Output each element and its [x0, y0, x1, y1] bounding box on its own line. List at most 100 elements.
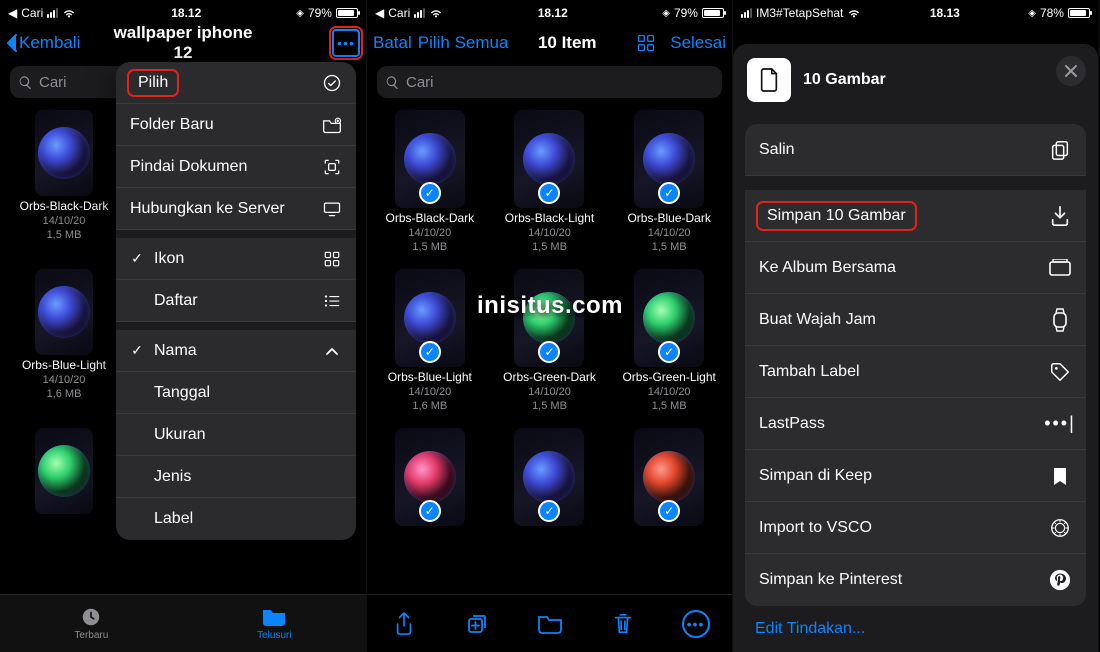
file-name: Orbs-Black-Dark [385, 212, 474, 225]
move-button[interactable] [536, 610, 564, 638]
menu-scan-document[interactable]: Pindai Dokumen [116, 146, 356, 188]
vsco-icon [1048, 516, 1072, 540]
signal-icon [47, 8, 58, 18]
wifi-icon [62, 8, 76, 18]
action-row[interactable]: Simpan 10 Gambar [745, 190, 1086, 242]
back-caret-icon: ◀ [8, 6, 17, 20]
action-row[interactable]: Salin [745, 124, 1086, 176]
file-item[interactable]: ✓Orbs-Black-Light14/10/201,5 MB [497, 110, 603, 253]
menu-label: Folder Baru [130, 116, 214, 134]
share-button[interactable] [390, 610, 418, 638]
search-icon [18, 75, 33, 90]
menu-label: Pindai Dokumen [130, 158, 247, 176]
action-label: Buat Wajah Jam [759, 311, 876, 329]
menu-sort-name[interactable]: ✓Nama [116, 330, 356, 372]
menu-sort-kind[interactable]: Jenis [116, 456, 356, 498]
action-row[interactable]: Simpan di Keep [745, 450, 1086, 502]
menu-select[interactable]: Pilih [116, 62, 356, 104]
more-button[interactable]: ••• [332, 29, 360, 57]
battery-icon [702, 8, 724, 18]
menu-label: Label [154, 510, 193, 528]
menu-view-list[interactable]: Daftar [116, 280, 356, 322]
action-label: Simpan ke Pinterest [759, 571, 902, 589]
file-name: Orbs-Black-Dark [20, 200, 109, 213]
bookmark-icon [1048, 464, 1072, 488]
file-thumbnail: ✓ [634, 110, 704, 208]
tab-bar: Terbaru Telusuri [0, 594, 366, 652]
status-left: ◀ Cari [8, 6, 76, 20]
cancel-button[interactable]: Batal [373, 33, 412, 53]
share-sheet: 10 Gambar Salin Simpan 10 Gambar Ke Album … [733, 44, 1098, 652]
grid-toggle-icon[interactable] [636, 33, 656, 53]
file-item[interactable] [18, 428, 110, 514]
action-label: LastPass [759, 415, 825, 433]
grid-icon [322, 249, 342, 269]
menu-sort-size[interactable]: Ukuran [116, 414, 356, 456]
file-item[interactable]: ✓Orbs-Blue-Dark14/10/201,5 MB [616, 110, 722, 253]
action-row[interactable]: LastPass •••| [745, 398, 1086, 450]
file-item[interactable]: ✓Orbs-Black-Dark14/10/201,5 MB [377, 110, 483, 253]
menu-connect-server[interactable]: Hubungkan ke Server [116, 188, 356, 230]
battery-icon [1068, 8, 1090, 18]
menu-sort-tag[interactable]: Label [116, 498, 356, 540]
location-icon: ◈ [662, 8, 670, 19]
menu-new-folder[interactable]: Folder Baru [116, 104, 356, 146]
file-item[interactable]: ✓ [616, 428, 722, 526]
menu-label: Hubungkan ke Server [130, 200, 285, 218]
status-bar: ◀Cari 18.12 ◈79% [367, 0, 732, 24]
file-date: 14/10/20 [528, 386, 571, 398]
wifi-icon [429, 8, 443, 18]
action-label: Simpan 10 Gambar [759, 204, 914, 228]
signal-icon [741, 8, 752, 18]
file-thumbnail [35, 269, 93, 355]
action-row[interactable]: Tambah Label [745, 346, 1086, 398]
file-item[interactable]: ✓Orbs-Green-Light14/10/201,5 MB [616, 269, 722, 412]
sheet-title: 10 Gambar [803, 71, 886, 89]
download-icon [1048, 204, 1072, 228]
tab-browse[interactable]: Telusuri [257, 606, 291, 641]
file-item[interactable]: ✓ [377, 428, 483, 526]
action-row[interactable]: Import to VSCO [745, 502, 1086, 554]
file-item[interactable]: ✓ [497, 428, 603, 526]
file-size: 1,6 MB [47, 388, 82, 400]
signal-icon [414, 8, 425, 18]
select-all-button[interactable]: Pilih Semua [418, 33, 509, 53]
selection-check-icon: ✓ [658, 500, 680, 522]
menu-label: Ukuran [154, 426, 206, 444]
file-thumbnail: ✓ [634, 428, 704, 526]
selection-check-icon: ✓ [658, 341, 680, 363]
status-bar: IM3#TetapSehat 18.13 ◈78% [733, 0, 1098, 24]
tab-recent[interactable]: Terbaru [74, 606, 108, 641]
selection-check-icon: ✓ [419, 341, 441, 363]
file-item[interactable]: ✓Orbs-Blue-Light14/10/201,6 MB [377, 269, 483, 412]
selection-count: 10 Item [508, 33, 626, 53]
action-row[interactable]: Ke Album Bersama [745, 242, 1086, 294]
nav-bar: Batal Pilih Semua 10 Item Selesai [367, 24, 732, 62]
status-bar: ◀ Cari 18.12 ◈ 79% [0, 0, 366, 24]
file-size: 1,5 MB [652, 400, 687, 412]
carrier-text: Cari [21, 6, 43, 20]
file-date: 14/10/20 [648, 386, 691, 398]
page-title: wallpaper iphone 12 [106, 23, 260, 63]
file-name: Orbs-Blue-Light [388, 371, 472, 384]
file-item[interactable]: Orbs-Blue-Light 14/10/20 1,6 MB [18, 269, 110, 400]
file-size: 1,5 MB [652, 241, 687, 253]
file-item[interactable]: ✓Orbs-Green-Dark14/10/201,5 MB [497, 269, 603, 412]
file-item[interactable]: Orbs-Black-Dark 14/10/20 1,5 MB [18, 110, 110, 241]
carrier-text: IM3#TetapSehat [756, 6, 843, 20]
menu-sort-date[interactable]: Tanggal [116, 372, 356, 414]
action-row[interactable]: Simpan ke Pinterest [745, 554, 1086, 606]
done-button[interactable]: Selesai [670, 33, 726, 53]
tag-icon [1048, 360, 1072, 384]
dots-icon: •••| [1048, 412, 1072, 436]
search-input[interactable]: Cari [377, 66, 722, 98]
delete-button[interactable] [609, 610, 637, 638]
action-row[interactable]: Buat Wajah Jam [745, 294, 1086, 346]
selection-check-icon: ✓ [658, 182, 680, 204]
edit-actions-link[interactable]: Edit Tindakan... [733, 606, 1098, 638]
duplicate-button[interactable] [463, 610, 491, 638]
back-button[interactable]: Kembali [6, 33, 80, 53]
more-button[interactable]: ••• [682, 610, 710, 638]
close-button[interactable] [1056, 56, 1086, 86]
menu-view-icons[interactable]: ✓Ikon [116, 238, 356, 280]
